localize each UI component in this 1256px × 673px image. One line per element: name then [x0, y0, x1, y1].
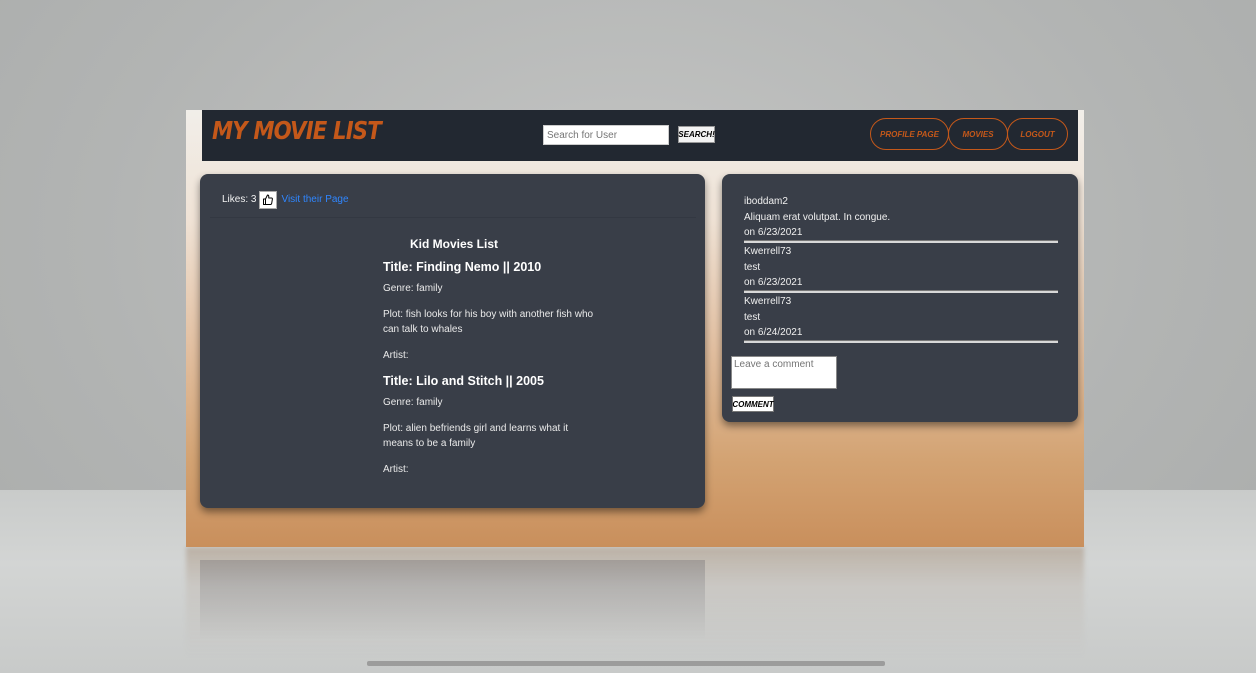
comment-item: Kwerrell73 test on 6/23/2021 [744, 244, 1058, 291]
comment-text: Aliquam erat volutpat. In congue. [744, 211, 891, 223]
horizontal-scrollbar[interactable] [367, 661, 885, 666]
card-reflection [200, 560, 705, 640]
brand-logo[interactable]: MY MOVIE LIST [212, 116, 382, 145]
comment-divider [744, 240, 1058, 243]
likes-bar: Likes: 3 Visit their Page [210, 182, 696, 218]
search-button[interactable]: SEARCH! [678, 126, 715, 143]
list-title: Kid Movies List [410, 237, 499, 251]
comments-card: iboddam2 Aliquam erat volutpat. In congu… [722, 174, 1078, 422]
comment-date: on 6/23/2021 [744, 227, 803, 238]
profile-page-button[interactable]: PROFILE PAGE [870, 118, 949, 150]
comment-divider [744, 340, 1058, 343]
logout-button[interactable]: LOGOUT [1007, 118, 1068, 150]
movie-artist: Artist: [383, 350, 409, 361]
movie-genre: Genre: family [383, 397, 443, 408]
comment-submit-button[interactable]: COMMENT [732, 396, 774, 412]
movie-list-card: Likes: 3 Visit their Page Kid Movies Lis… [200, 174, 705, 508]
movie-title: Title: Finding Nemo || 2010 [383, 260, 542, 274]
comment-item: Kwerrell73 test on 6/24/2021 [744, 294, 1058, 341]
likes-count: Likes: 3 [222, 194, 257, 205]
comment-user: Kwerrell73 [744, 296, 792, 307]
comment-date: on 6/23/2021 [744, 277, 803, 288]
search-input[interactable] [543, 125, 669, 145]
navbar: MY MOVIE LIST SEARCH! PROFILE PAGE MOVIE… [202, 110, 1078, 161]
comment-text: test [744, 261, 761, 273]
movie-plot: Plot: fish looks for his boy with anothe… [383, 309, 594, 335]
comment-user: iboddam2 [744, 196, 788, 207]
like-button[interactable] [259, 190, 278, 209]
comment-input[interactable] [731, 356, 837, 389]
app-viewport: MY MOVIE LIST SEARCH! PROFILE PAGE MOVIE… [186, 110, 1084, 547]
movie-plot: Plot: alien befriends girl and learns wh… [383, 423, 569, 449]
movie-title: Title: Lilo and Stitch || 2005 [383, 374, 544, 388]
movie-artist: Artist: [383, 464, 409, 475]
thumbs-up-icon [263, 194, 274, 205]
comment-item: iboddam2 Aliquam erat volutpat. In congu… [744, 194, 1058, 241]
comment-date: on 6/24/2021 [744, 327, 803, 338]
movie-genre: Genre: family [383, 283, 443, 294]
comment-divider [744, 290, 1058, 293]
comment-user: Kwerrell73 [744, 246, 792, 257]
comment-text: test [744, 311, 761, 323]
movies-button[interactable]: MOVIES [948, 118, 1008, 150]
visit-page-link[interactable]: Visit their Page [281, 194, 348, 205]
